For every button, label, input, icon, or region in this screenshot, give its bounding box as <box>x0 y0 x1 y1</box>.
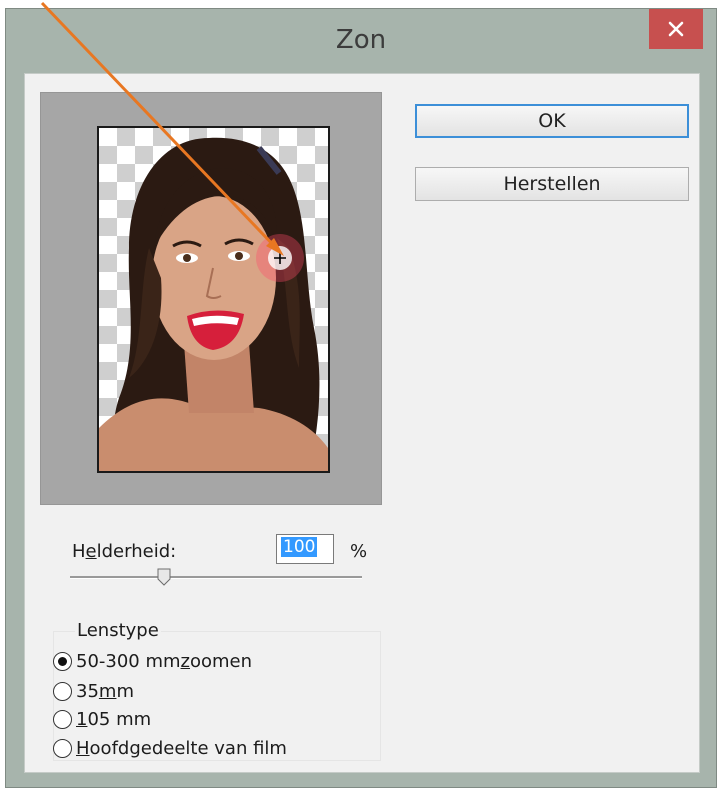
ok-button[interactable]: OK <box>415 104 689 138</box>
brightness-input[interactable]: 100 <box>276 534 334 564</box>
close-button[interactable] <box>649 9 703 49</box>
brightness-value: 100 <box>281 537 318 557</box>
lens-option-105mm[interactable]: 1 05 mm <box>53 709 151 730</box>
lens-flare-dialog: Zon OK Herstellen Helderheid: 100 % Lens… <box>5 8 717 788</box>
reset-button[interactable]: Herstellen <box>415 167 689 201</box>
brightness-slider-track[interactable] <box>70 576 362 579</box>
dialog-body: OK Herstellen Helderheid: 100 % Lenstype… <box>24 73 700 773</box>
lens-option-movie-prime[interactable]: Hoofdgedeelte van film <box>53 738 287 759</box>
close-icon <box>668 21 684 37</box>
lens-option-50-300mm[interactable]: 50-300 mm z oomen <box>53 651 252 672</box>
percent-unit: % <box>350 541 368 562</box>
radio-unchecked-icon <box>53 710 72 729</box>
title-bar[interactable]: Zon <box>6 9 716 73</box>
lens-option-35mm[interactable]: 35 mm <box>53 681 134 702</box>
portrait-image <box>99 137 328 471</box>
brightness-label: Helderheid: <box>72 541 177 562</box>
preview-panel <box>40 92 382 505</box>
radio-unchecked-icon <box>53 739 72 758</box>
radio-unchecked-icon <box>53 682 72 701</box>
preview-image[interactable] <box>97 126 330 473</box>
brightness-slider-thumb[interactable] <box>157 568 171 586</box>
lens-type-legend: Lenstype <box>75 620 161 641</box>
dialog-title: Zon <box>335 25 387 55</box>
radio-checked-icon <box>53 652 72 671</box>
